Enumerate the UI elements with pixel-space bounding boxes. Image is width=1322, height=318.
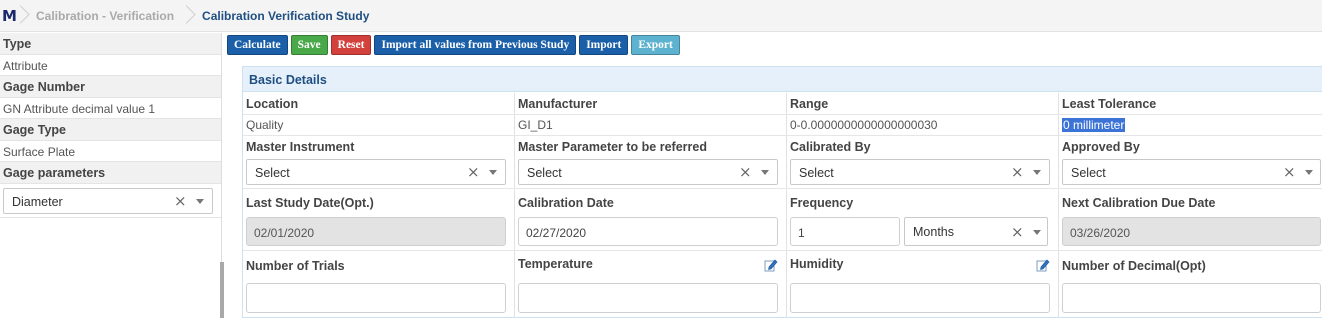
humidity-label: Humidity [790,257,844,271]
calibration-date-field[interactable]: 02/27/2020 [518,217,778,246]
master-parameter-label: Master Parameter to be referred [518,140,707,154]
calibrated-by-select[interactable]: Select × [790,159,1050,185]
frequency-unit-select[interactable]: Months × [904,217,1048,246]
gage-info-sidebar: Type Attribute Gage Number GN Attribute … [0,33,222,318]
breadcrumb-separator-icon [16,0,24,32]
last-study-date-label: Last Study Date(Opt.) [246,196,374,210]
export-button[interactable]: Export [631,35,680,55]
chevron-down-icon[interactable] [1033,230,1041,235]
frequency-unit-selected: Months [913,225,954,239]
frequency-field[interactable]: 1 [790,217,900,246]
location-label: Location [246,97,299,111]
chevron-down-icon[interactable] [761,170,769,175]
calibration-date-label: Calibration Date [518,196,614,210]
next-calibration-due-field: 03/26/2020 [1062,217,1321,246]
import-previous-study-button[interactable]: Import all values from Previous Study [374,35,577,55]
row-divider [243,114,1322,115]
clear-icon[interactable]: × [467,163,480,181]
temperature-field[interactable] [518,283,778,313]
range-value: 0-0.0000000000000000030 [790,118,938,132]
gage-parameters-selected: Diameter [12,195,63,209]
number-of-trials-field[interactable] [246,283,506,313]
row-divider [243,250,1322,251]
column-divider [1058,93,1059,318]
temperature-label: Temperature [518,257,593,271]
master-instrument-label: Master Instrument [246,140,355,154]
number-of-decimal-label: Number of Decimal(Opt) [1062,259,1206,273]
row-divider [243,188,1322,189]
gage-type-value: Surface Plate [0,141,221,162]
save-button[interactable]: Save [290,35,328,55]
gage-type-label: Gage Type [0,119,221,141]
number-of-trials-label: Number of Trials [246,259,345,273]
row-divider [243,135,1322,136]
gage-number-value: GN Attribute decimal value 1 [0,98,221,119]
breadcrumb-separator-icon [182,0,190,32]
master-parameter-selected: Select [527,166,562,180]
import-button[interactable]: Import [579,35,629,55]
breadcrumb-current-page: Calibration Verification Study [202,8,370,23]
approved-by-select[interactable]: Select × [1062,159,1321,185]
master-instrument-selected: Select [255,166,290,180]
chevron-down-icon[interactable] [489,170,497,175]
least-tolerance-value: 0 millimeter [1062,118,1126,132]
location-value: Quality [246,118,284,132]
range-label: Range [790,97,829,111]
calibrated-by-label: Calibrated By [790,140,871,154]
next-calibration-due-label: Next Calibration Due Date [1062,196,1216,210]
master-parameter-select[interactable]: Select × [518,159,778,185]
action-toolbar: Calculate Save Reset Import all values f… [227,35,680,55]
breadcrumb-calibration-verification[interactable]: Calibration - Verification [24,9,182,23]
clear-icon[interactable]: × [1011,163,1024,181]
chevron-down-icon[interactable] [1033,170,1041,175]
gage-number-label: Gage Number [0,76,221,98]
least-tolerance-label: Least Tolerance [1062,97,1157,111]
type-value: Attribute [0,55,221,76]
chevron-down-icon[interactable] [196,199,204,204]
manufacturer-value: GI_D1 [518,118,553,132]
gage-parameters-label: Gage parameters [0,162,221,184]
pencil-icon[interactable] [764,258,778,272]
clear-icon[interactable]: × [739,163,752,181]
column-divider [514,93,515,318]
panel-title: Basic Details [243,67,1322,92]
chevron-down-icon[interactable] [1305,170,1313,175]
pencil-icon[interactable] [1036,258,1050,272]
gage-parameters-select[interactable]: Diameter × [3,188,213,214]
approved-by-label: Approved By [1062,140,1140,154]
calibrated-by-selected: Select [799,166,834,180]
basic-details-panel: Basic Details [242,66,1322,318]
frequency-label: Frequency [790,196,854,210]
clear-icon[interactable]: × [174,192,187,210]
reset-button[interactable]: Reset [330,35,372,55]
clear-icon[interactable]: × [1283,163,1296,181]
clear-icon[interactable]: × [1011,223,1024,241]
number-of-decimal-field[interactable] [1062,283,1321,313]
manufacturer-label: Manufacturer [518,97,598,111]
column-divider [786,93,787,318]
master-instrument-select[interactable]: Select × [246,159,506,185]
last-study-date-field: 02/01/2020 [246,217,506,246]
breadcrumb-bar: M Calibration - Verification Calibration… [0,0,1322,32]
humidity-field[interactable] [790,283,1050,313]
approved-by-selected: Select [1071,166,1106,180]
sidebar-scrollbar[interactable] [220,262,224,318]
calculate-button[interactable]: Calculate [227,35,288,55]
type-label: Type [0,33,221,55]
